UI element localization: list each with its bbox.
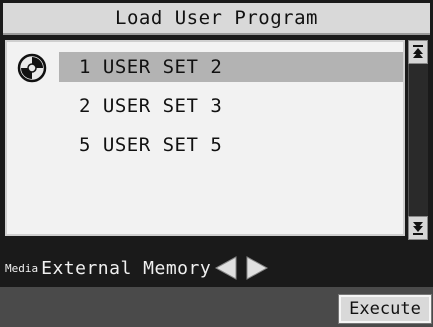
list-item[interactable]: 1 USER SET 2 (59, 52, 403, 82)
arrow-right-icon[interactable] (243, 254, 269, 282)
list-item[interactable]: 5 USER SET 5 (59, 130, 403, 160)
list-scrollbar[interactable] (408, 40, 428, 240)
execute-button[interactable]: Execute (338, 294, 432, 324)
list-item-label: 2 USER SET 3 (79, 95, 223, 117)
scroll-track[interactable] (408, 64, 428, 216)
media-value: External Memory (41, 257, 212, 279)
arrow-left-icon[interactable] (214, 254, 240, 282)
execute-button-label: Execute (349, 299, 421, 319)
list-item-label: 5 USER SET 5 (79, 134, 223, 156)
program-list: 1 USER SET 2 2 USER SET 3 5 USER SET 5 (5, 40, 405, 236)
bottom-bar: Execute (0, 287, 433, 327)
scroll-up-icon (413, 45, 423, 58)
media-label: Media (5, 261, 39, 275)
disc-icon (17, 53, 47, 83)
list-item[interactable]: 2 USER SET 3 (59, 91, 403, 121)
list-item-label: 1 USER SET 2 (79, 56, 223, 78)
window-title: Load User Program (3, 3, 430, 35)
scroll-up-button[interactable] (408, 40, 428, 64)
scroll-down-icon (413, 222, 423, 235)
window-title-text: Load User Program (115, 7, 318, 29)
scroll-down-button[interactable] (408, 216, 428, 240)
screen: Load User Program 1 USER SET 2 2 USER SE… (0, 0, 433, 327)
media-selector: Media External Memory (3, 254, 430, 282)
